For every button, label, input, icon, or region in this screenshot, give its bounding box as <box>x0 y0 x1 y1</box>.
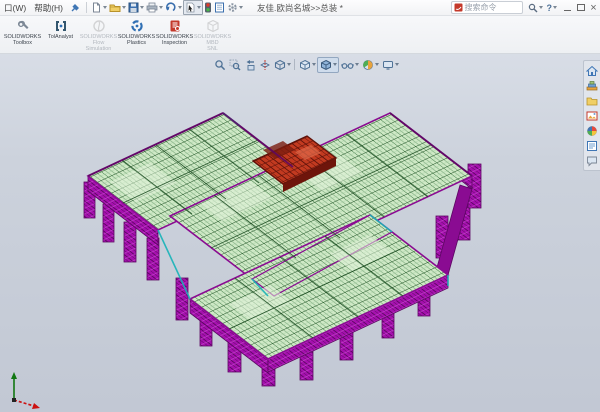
3d-drawing-view-button[interactable] <box>272 58 292 72</box>
mbd-snl-icon <box>206 18 220 33</box>
menu-window[interactable]: 口(W) <box>0 2 30 14</box>
zoom-to-area-button[interactable] <box>227 58 242 72</box>
save-document-icon <box>128 2 139 13</box>
addin-label: SOLIDWORKS Plastics <box>118 34 155 46</box>
magnifier-icon <box>528 3 538 13</box>
picture-icon <box>586 110 598 122</box>
open-document-button[interactable] <box>108 1 127 14</box>
file-properties-button[interactable] <box>213 1 226 14</box>
zoom-to-fit-button[interactable] <box>212 58 227 72</box>
assembly-model[interactable] <box>0 54 600 412</box>
addin-label: TolAnalyst <box>48 34 73 40</box>
section-view-button[interactable] <box>257 58 272 72</box>
appearance-ball-icon <box>362 59 374 71</box>
properties-list-icon <box>586 140 598 152</box>
restore-button[interactable] <box>574 1 587 14</box>
file-properties-icon <box>214 2 225 13</box>
folder-icon <box>586 95 598 107</box>
pin-menu-icon[interactable] <box>70 3 80 13</box>
search-placeholder: 搜索命令 <box>465 2 497 13</box>
view-orientation-icon <box>299 59 311 71</box>
section-view-icon <box>259 59 271 71</box>
addin-label: SOLIDWORKS MBD SNL <box>194 34 231 52</box>
view-orientation-button[interactable] <box>297 58 317 72</box>
addin-label: SOLIDWORKS Toolbox <box>4 34 41 46</box>
edit-appearance-button[interactable] <box>360 58 380 72</box>
rebuild-button[interactable] <box>203 1 213 14</box>
tolanalyst-icon <box>54 18 68 33</box>
view-settings-icon <box>382 59 394 71</box>
addin-solidworks-toolbox[interactable]: SOLIDWORKS Toolbox <box>4 18 41 46</box>
graphics-viewport[interactable] <box>0 54 600 412</box>
select-tool-button[interactable] <box>183 0 203 15</box>
help-label: ? <box>547 3 553 13</box>
addin-plastics[interactable]: SOLIDWORKS Plastics <box>118 18 155 46</box>
addin-flow-simulation[interactable]: SOLIDWORKS Flow Simulation <box>80 18 117 52</box>
menu-help[interactable]: 帮助(H) <box>30 2 67 14</box>
zoom-to-fit-icon <box>214 59 226 71</box>
reference-triad <box>11 372 40 409</box>
rebuild-traffic-light-icon <box>204 2 212 13</box>
save-document-button[interactable] <box>127 1 145 14</box>
headsup-view-toolbar <box>212 57 400 72</box>
zoom-to-area-icon <box>229 59 241 71</box>
home-icon <box>586 65 598 77</box>
addin-label: SOLIDWORKS Flow Simulation <box>80 34 117 52</box>
custom-properties-tab[interactable] <box>585 138 599 153</box>
display-style-button[interactable] <box>317 57 339 73</box>
solidworks-resources-tab[interactable] <box>585 63 599 78</box>
open-document-icon <box>109 2 121 13</box>
design-library-tab[interactable] <box>585 78 599 93</box>
select-cursor-icon <box>185 2 196 13</box>
plastics-icon <box>130 18 144 33</box>
close-button[interactable]: × <box>587 1 600 14</box>
command-search-input[interactable]: 搜索命令 <box>451 1 523 14</box>
solidworks-logo-icon <box>454 3 463 12</box>
print-document-button[interactable] <box>145 1 164 14</box>
flow-simulation-icon <box>92 18 106 33</box>
view-palette-tab[interactable] <box>585 108 599 123</box>
undo-icon <box>165 2 177 13</box>
forum-bubble-icon <box>586 155 598 167</box>
headsup-separator <box>294 59 295 70</box>
addin-label: SOLIDWORKS Inspection <box>156 34 193 46</box>
previous-view-icon <box>244 59 256 71</box>
addin-mbd-snl[interactable]: SOLIDWORKS MBD SNL <box>194 18 231 52</box>
addin-tolanalyst[interactable]: TolAnalyst <box>42 18 79 40</box>
toolbar-separator <box>86 2 87 13</box>
options-gear-icon <box>227 2 238 13</box>
glasses-icon <box>341 59 354 71</box>
inspection-icon <box>168 18 182 33</box>
solidworks-forum-tab[interactable] <box>585 153 599 168</box>
books-stack-icon <box>586 80 598 92</box>
display-style-icon <box>320 59 332 71</box>
undo-button[interactable] <box>164 1 183 14</box>
help-button[interactable]: ? <box>545 3 560 13</box>
title-bar: 口(W) 帮助(H) <box>0 0 600 16</box>
addin-inspection[interactable]: SOLIDWORKS Inspection <box>156 18 193 46</box>
minimize-button[interactable] <box>561 1 574 14</box>
view-settings-button[interactable] <box>380 58 400 72</box>
file-explorer-tab[interactable] <box>585 93 599 108</box>
new-document-icon <box>91 2 102 13</box>
search-magnifier-button[interactable] <box>526 3 545 13</box>
print-document-icon <box>146 2 158 13</box>
new-document-button[interactable] <box>90 1 108 14</box>
options-button[interactable] <box>226 1 244 14</box>
task-pane-tabs <box>583 60 600 171</box>
commandmanager-addins: SOLIDWORKS Toolbox TolAnalyst SOLIDWORKS… <box>0 16 600 54</box>
color-wheel-icon <box>586 125 598 137</box>
3d-drawing-view-icon <box>274 59 286 71</box>
previous-view-button[interactable] <box>242 58 257 72</box>
toolbox-icon <box>16 18 30 33</box>
appearances-scenes-tab[interactable] <box>585 123 599 138</box>
hide-show-items-button[interactable] <box>339 58 360 72</box>
solidworks-window: 口(W) 帮助(H) <box>0 0 600 412</box>
